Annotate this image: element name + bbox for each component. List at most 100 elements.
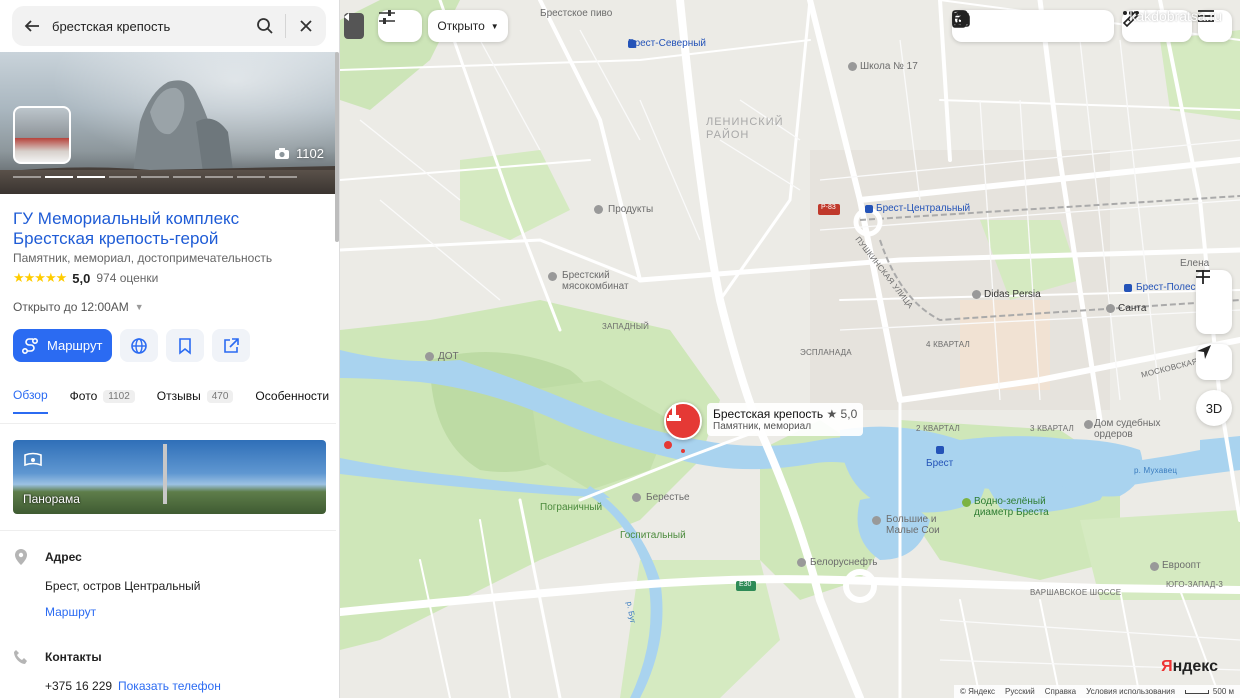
camera-icon — [275, 148, 290, 159]
parking-icon[interactable] — [952, 10, 966, 28]
poi-didas-persia[interactable]: Didas Persia — [984, 289, 1041, 300]
show-phone-link[interactable]: Показать телефон — [118, 679, 221, 693]
tabs-divider — [0, 423, 336, 424]
poi-berestye[interactable]: Берестье — [646, 492, 690, 503]
open-filter-label: Открыто — [437, 19, 485, 33]
shop-icon — [1106, 304, 1115, 313]
poi-produkty[interactable]: Продукты — [608, 204, 653, 215]
area-yug-zapad: ЮГО-ЗАПАД-3 — [1166, 580, 1224, 589]
help-link[interactable]: Справка — [1045, 687, 1076, 696]
river-mukhavets: р. Мухавец — [1134, 466, 1178, 475]
close-icon — [300, 20, 312, 32]
back-button[interactable] — [12, 6, 52, 46]
tab-features[interactable]: Особенности — [255, 388, 329, 414]
zoom-in-button[interactable] — [1196, 270, 1232, 302]
poi-school17[interactable]: Школа № 17 — [860, 61, 918, 72]
photo-thumbnail[interactable] — [13, 106, 71, 164]
yandex-logo-text: ндекс — [1172, 658, 1218, 675]
chevron-left-icon — [344, 13, 349, 21]
pager-dot — [269, 176, 297, 178]
search-button[interactable] — [245, 6, 285, 46]
phone-number: +375 16 229 — [45, 679, 113, 693]
copyright-link[interactable]: © Яндекс — [960, 687, 995, 696]
poi-dom-sudov[interactable]: Дом судебных ордеров — [1094, 418, 1186, 440]
share-button[interactable] — [212, 329, 251, 362]
route-button-label: Маршрут — [47, 338, 103, 353]
website-button[interactable] — [120, 329, 159, 362]
poi-belorusneft[interactable]: Белоруснефть — [810, 557, 878, 568]
route-button[interactable]: Маршрут — [13, 329, 113, 362]
minus-icon — [1196, 270, 1210, 272]
hours-text: Открыто до 12:00AM — [13, 300, 129, 314]
pager-dot — [13, 176, 41, 178]
station-brest[interactable]: Брест — [926, 458, 953, 469]
terms-link[interactable]: Условия использования — [1086, 687, 1175, 696]
tab-reviews[interactable]: Отзывы 470 — [157, 388, 234, 414]
pager-dot — [141, 176, 169, 178]
toggle-3d-button[interactable]: 3D — [1196, 390, 1232, 426]
address-route-link[interactable]: Маршрут — [45, 605, 96, 619]
poi-bolshie-soi[interactable]: Большие и Малые Сои — [886, 514, 946, 536]
zoom-control — [1196, 270, 1232, 334]
station-brest-polessky[interactable]: Брест-Полесск — [1136, 282, 1205, 293]
pin-subtitle: Памятник, мемориал — [713, 421, 812, 432]
open-now-filter[interactable]: Открыто ▼ — [428, 10, 508, 42]
poi-elena[interactable]: Елена — [1180, 258, 1209, 269]
tab-overview[interactable]: Обзор — [13, 388, 48, 414]
bookmark-button[interactable] — [166, 329, 205, 362]
pin-label[interactable]: Брестская крепость ★ 5,0 Памятник, мемор… — [707, 403, 864, 436]
collapse-panel-button[interactable] — [344, 13, 364, 39]
working-hours[interactable]: Открыто до 12:00AM ▼ — [13, 300, 144, 314]
org-title[interactable]: ГУ Мемориальный комплекс Брестская крепо… — [13, 209, 313, 249]
poi-evroopt[interactable]: Евроопт — [1162, 560, 1201, 571]
area-kvartal4: 4 КВАРТАЛ — [926, 340, 970, 349]
poi-vodno-zelyony[interactable]: Водно-зелёный диаметр Бреста — [974, 496, 1054, 518]
search-icon — [257, 18, 273, 34]
selected-place-pin[interactable] — [664, 402, 702, 440]
address-header: Адрес — [13, 548, 82, 566]
toggle-3d-label: 3D — [1205, 400, 1223, 416]
station-brest-central[interactable]: Брест-Центральный — [876, 203, 970, 214]
poi-santa[interactable]: Санта — [1118, 303, 1146, 314]
street-varshavskoe: ВАРШАВСКОЕ ШОССЕ — [1030, 588, 1122, 597]
area-pogranichny: Пограничный — [540, 502, 603, 513]
monument-icon — [425, 352, 434, 361]
rating-count: 974 оценки — [96, 271, 159, 285]
area-gospitalny: Госпитальный — [620, 530, 686, 541]
action-buttons: Маршрут — [13, 329, 251, 362]
area-kvartal3: 3 КВАРТАЛ — [1030, 424, 1074, 433]
station-brest-north[interactable]: Брест-Северный — [628, 38, 706, 49]
clear-search-button[interactable] — [286, 6, 326, 46]
address-value: Брест, остров Центральный — [45, 579, 201, 593]
area-kvartal2: 2 КВАРТАЛ — [916, 424, 960, 433]
panorama-card[interactable]: Панорама — [13, 440, 326, 514]
pin-title: Брестская крепость — [713, 407, 824, 421]
train-station-icon — [628, 40, 636, 48]
my-location-button[interactable] — [1196, 344, 1232, 380]
search-input[interactable]: брестская крепость — [52, 19, 245, 34]
phone-icon — [14, 650, 27, 664]
map-area[interactable]: Р-83 E30 Брест-Северный Брест-Центральны… — [340, 0, 1240, 698]
org-categories: Памятник, мемориал, достопримечательност… — [13, 251, 273, 265]
photo-gallery[interactable]: 1102 — [0, 52, 336, 194]
zoom-out-button[interactable] — [1196, 270, 1232, 334]
road-shield-p83: Р-83 — [821, 204, 836, 211]
poi-myasokombinat[interactable]: Брестский мясокомбинат — [562, 270, 652, 292]
tab-label: Особенности — [255, 389, 330, 403]
panel-scrollbar[interactable] — [335, 52, 339, 242]
rating[interactable]: ★★★★★ 5,0 974 оценки — [13, 270, 158, 286]
photo-count[interactable]: 1102 — [274, 146, 324, 161]
pager-dot — [109, 176, 137, 178]
language-switch[interactable]: Русский — [1005, 687, 1035, 696]
filters-button[interactable] — [378, 10, 422, 42]
school-icon — [848, 62, 857, 71]
photo-count-value: 1102 — [296, 146, 324, 161]
poi-brestskoe-pivo[interactable]: Брестское пиво — [540, 8, 612, 19]
address-label: Адрес — [45, 550, 82, 564]
chevron-down-icon: ▼ — [134, 302, 144, 312]
fuel-icon — [797, 558, 806, 567]
poi-dot[interactable]: ДОТ — [438, 351, 459, 362]
tab-photos[interactable]: Фото 1102 — [70, 388, 135, 414]
scale-value: 500 м — [1212, 687, 1234, 696]
train-station-icon — [936, 446, 944, 454]
